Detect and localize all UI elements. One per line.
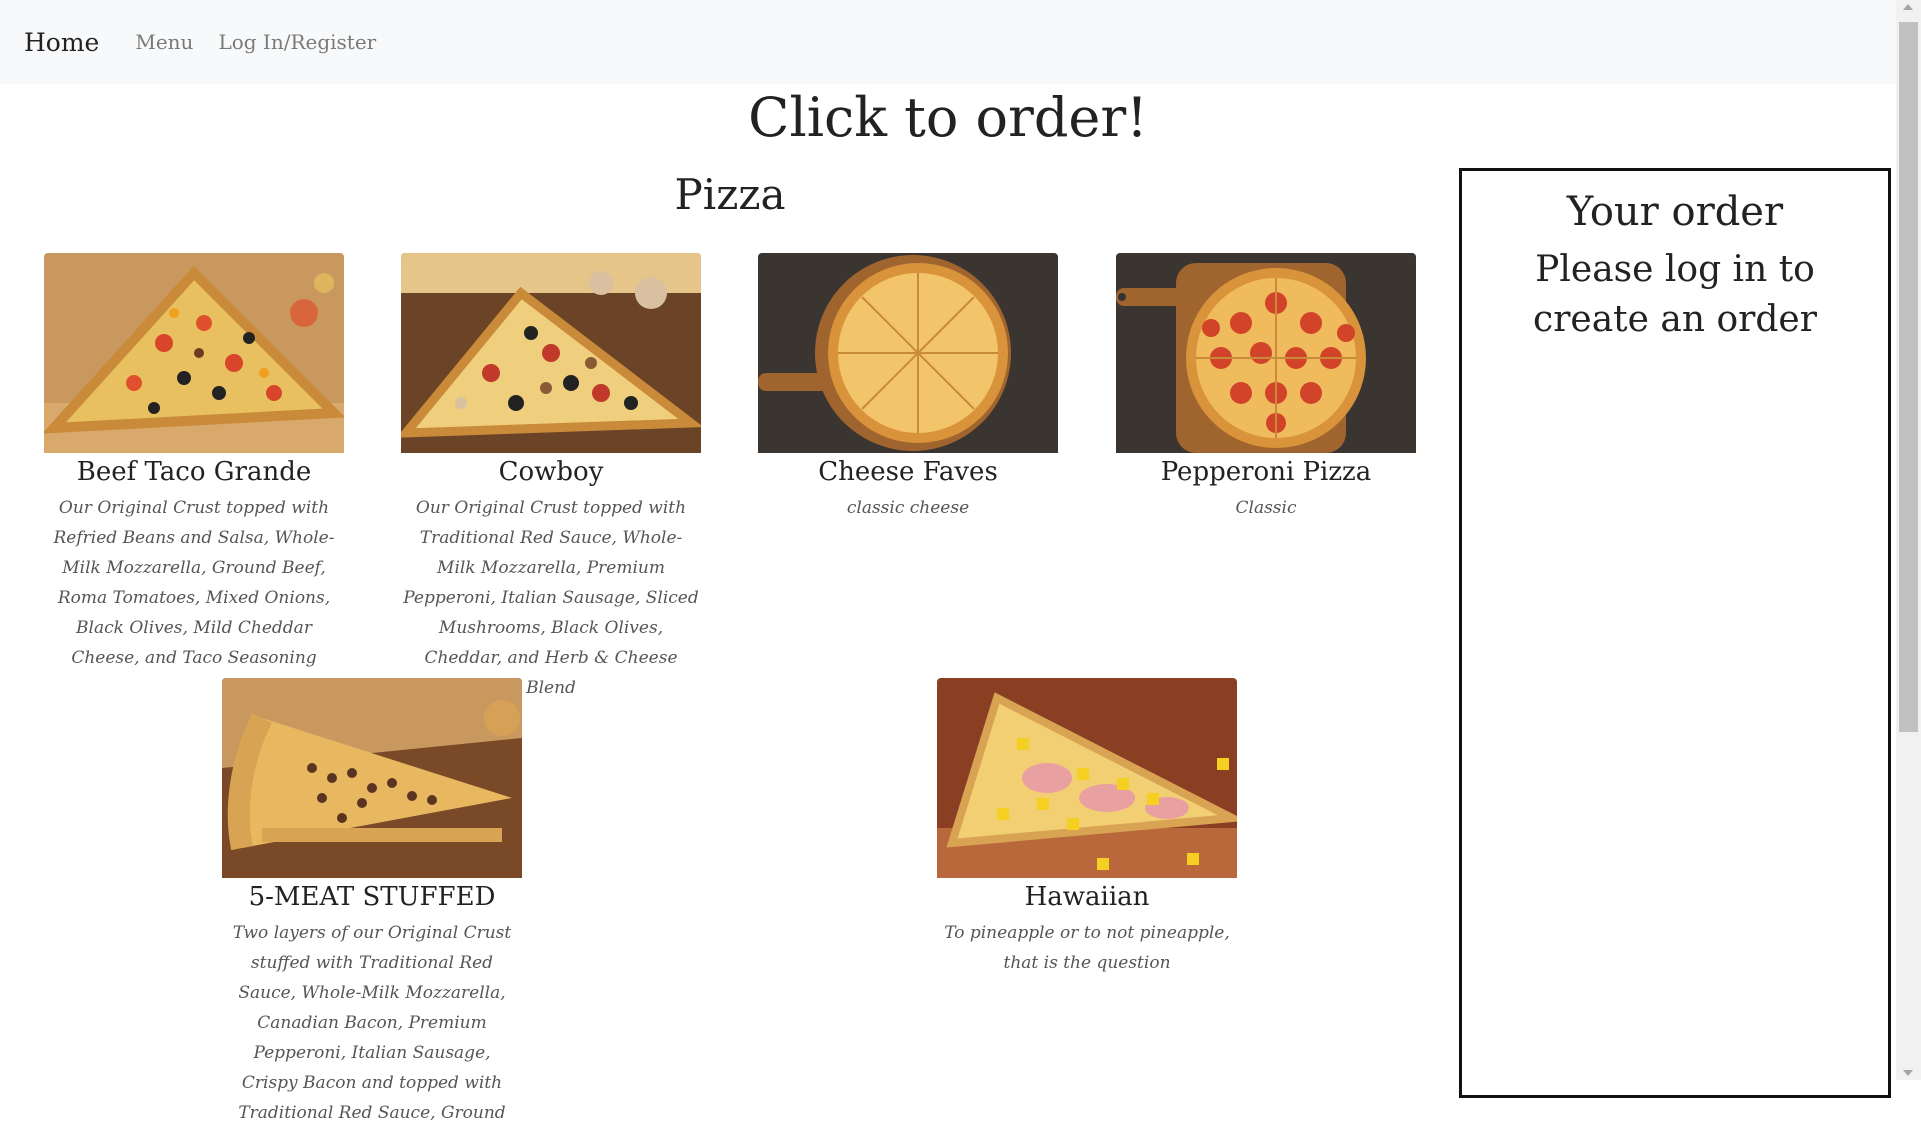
stuffed-pizza-image[interactable] bbox=[222, 678, 522, 878]
scroll-up-arrow-icon[interactable] bbox=[1903, 4, 1913, 10]
menu-item-description: To pineapple or to not pineapple, that i… bbox=[944, 923, 1230, 973]
nav-login-register-link[interactable]: Log In/Register bbox=[218, 30, 376, 54]
menu-item-card[interactable]: Beef Taco Grande Our Original Crust topp… bbox=[44, 253, 344, 673]
nav-menu-link[interactable]: Menu bbox=[135, 30, 193, 54]
menu-item-name: Beef Taco Grande bbox=[76, 457, 312, 487]
cowboy-pizza-image[interactable] bbox=[401, 253, 701, 453]
cheese-pizza-image[interactable] bbox=[758, 253, 1058, 453]
menu-item-name: Cheese Faves bbox=[818, 457, 998, 487]
hawaiian-pizza-image[interactable] bbox=[937, 678, 1237, 878]
top-navbar: Home Menu Log In/Register bbox=[0, 0, 1896, 84]
menu-item-card[interactable]: Hawaiian To pineapple or to not pineappl… bbox=[937, 678, 1237, 978]
menu-item-description: Two layers of our Original Crust stuffed… bbox=[232, 923, 512, 1123]
menu-item-card[interactable]: Cheese Faves classic cheese bbox=[758, 253, 1058, 523]
nav-home-link[interactable]: Home bbox=[24, 28, 99, 57]
pepperoni-pizza-image[interactable] bbox=[1116, 253, 1416, 453]
menu-item-name: Cowboy bbox=[498, 457, 604, 487]
scroll-down-arrow-icon[interactable] bbox=[1903, 1070, 1913, 1076]
menu-item-name: 5-MEAT STUFFED bbox=[248, 882, 496, 912]
menu-item-description: classic cheese bbox=[846, 498, 970, 518]
menu-item-description: Our Original Crust topped with Refried B… bbox=[53, 498, 335, 668]
menu-item-card[interactable]: Cowboy Our Original Crust topped with Tr… bbox=[401, 253, 701, 703]
menu-item-description: Classic bbox=[1235, 498, 1297, 518]
section-title-pizza: Pizza bbox=[674, 170, 786, 219]
menu-item-card[interactable]: 5-MEAT STUFFED Two layers of our Origina… bbox=[222, 678, 522, 1128]
page-heading: Click to order! bbox=[748, 86, 1148, 149]
menu-item-name: Hawaiian bbox=[1024, 882, 1150, 912]
order-login-message: Please log in to create an order bbox=[1533, 249, 1817, 340]
order-panel: Your order Please log in to create an or… bbox=[1459, 168, 1891, 1098]
menu-item-card[interactable]: Pepperoni Pizza Classic bbox=[1116, 253, 1416, 523]
menu-item-description: Our Original Crust topped with Tradition… bbox=[403, 498, 699, 698]
page-scrollbar[interactable] bbox=[1896, 0, 1921, 1080]
beef-taco-pizza-image[interactable] bbox=[44, 253, 344, 453]
scrollbar-thumb[interactable] bbox=[1899, 22, 1918, 732]
order-title: Your order bbox=[1566, 189, 1784, 235]
menu-item-name: Pepperoni Pizza bbox=[1160, 457, 1372, 487]
